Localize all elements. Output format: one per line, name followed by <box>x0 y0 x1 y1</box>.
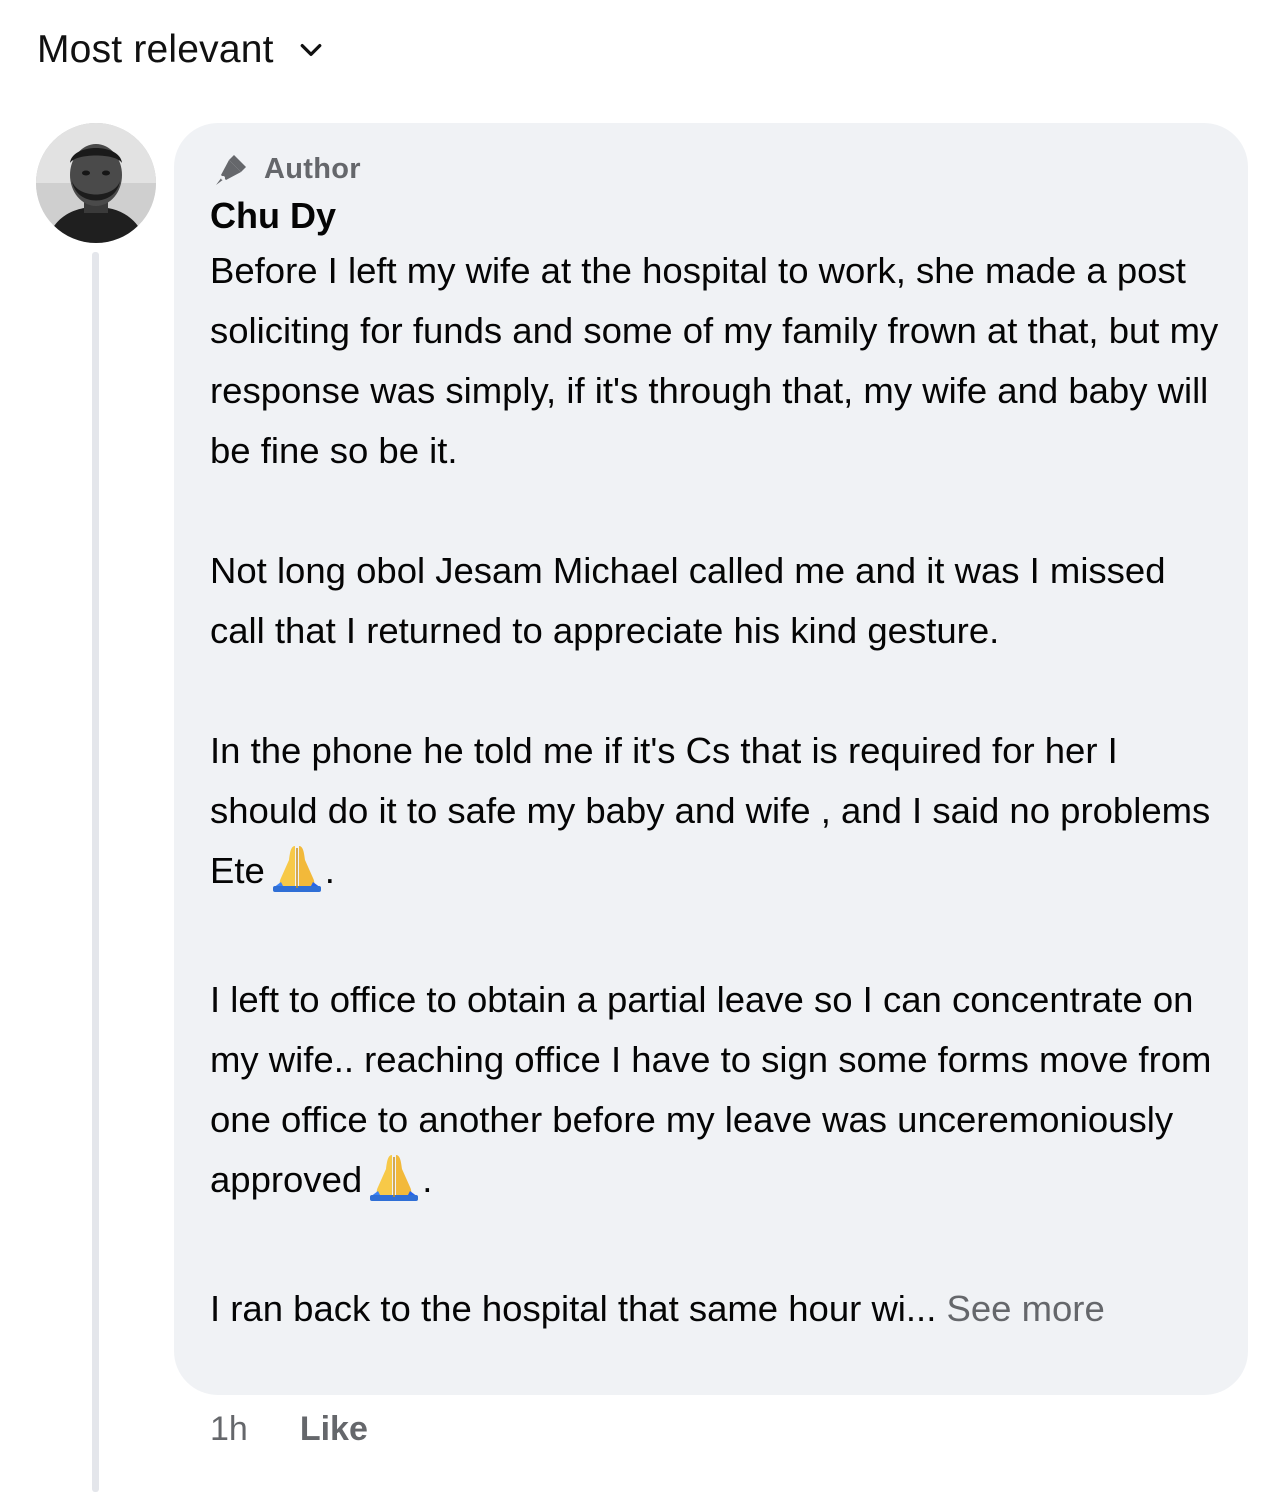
thread-line <box>92 252 99 1492</box>
timestamp[interactable]: 1h <box>210 1410 248 1449</box>
author-badge-label: Author <box>264 152 361 185</box>
comment-bubble: Author Chu Dy Before I left my wife at t… <box>174 123 1248 1395</box>
sort-label: Most relevant <box>37 28 274 71</box>
folded-hands-emoji <box>368 1151 420 1219</box>
comment-paragraph: Before I left my wife at the hospital to… <box>210 250 1219 471</box>
chevron-down-icon <box>296 35 326 65</box>
sort-dropdown[interactable]: Most relevant <box>37 28 326 72</box>
see-more-link[interactable]: See more <box>947 1288 1105 1329</box>
author-badge: Author <box>212 149 361 189</box>
comment-actions: 1h Like <box>210 1410 368 1449</box>
like-button[interactable]: Like <box>300 1410 368 1449</box>
avatar[interactable] <box>36 123 156 243</box>
microphone-pen-icon <box>212 149 252 189</box>
comment-text: Before I left my wife at the hospital to… <box>210 241 1220 1339</box>
folded-hands-emoji <box>271 842 323 910</box>
author-name[interactable]: Chu Dy <box>210 195 336 237</box>
comment-paragraph: I left to office to obtain a partial lea… <box>210 970 1220 1219</box>
comment-paragraph: In the phone he told me if it's Cs that … <box>210 721 1220 910</box>
comment-paragraph: I ran back to the hospital that same hou… <box>210 1288 1105 1329</box>
comment-paragraph: Not long obol Jesam Michael called me an… <box>210 550 1166 651</box>
